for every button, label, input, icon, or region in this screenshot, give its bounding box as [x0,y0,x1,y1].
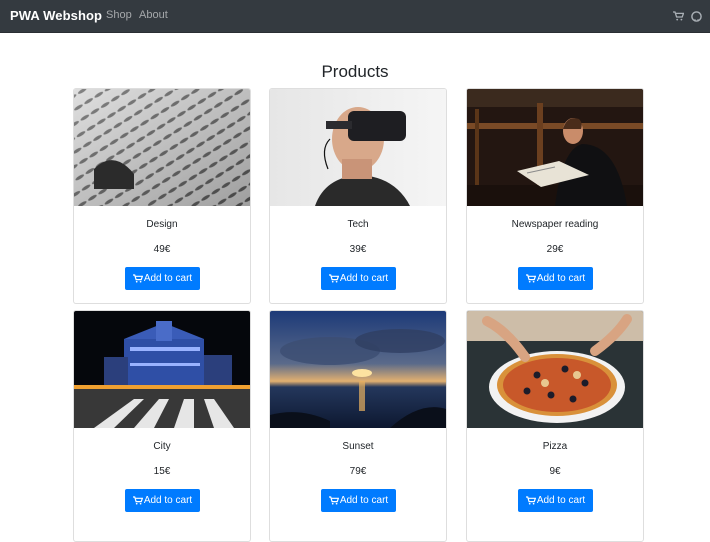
shopping-cart-icon[interactable] [671,9,685,23]
product-price: 79€ [349,466,367,477]
product-price: 9€ [549,466,561,477]
product-price: 49€ [153,244,171,255]
add-to-cart-label: Add to cart [339,273,389,284]
add-to-cart-label: Add to cart [536,495,586,506]
product-card-newspaper-reading: Newspaper reading 29€ Add to cart [466,88,644,304]
product-name: Tech [347,219,369,230]
page-title: Products [321,62,389,81]
product-image-sunset [270,311,446,428]
product-price: 15€ [153,466,171,477]
product-name: Sunset [342,441,374,452]
cart-icon [525,496,536,505]
product-image-tech [270,89,446,206]
github-icon[interactable] [689,9,703,23]
product-card-sunset: Sunset 79€ Add to cart [269,310,447,542]
product-card-pizza: Pizza 9€ Add to cart [466,310,644,542]
product-name: Design [146,219,178,230]
product-name: Pizza [542,441,568,452]
product-image-newspaper-reading [467,89,643,206]
add-to-cart-label: Add to cart [143,495,193,506]
add-to-cart-button[interactable]: Add to cart [518,489,593,512]
top-navbar: PWA Webshop Shop About [0,0,710,33]
cart-icon [132,496,143,505]
product-price: 29€ [546,244,564,255]
product-card-city: City 15€ Add to cart [73,310,251,542]
add-to-cart-button[interactable]: Add to cart [321,267,396,290]
product-image-city [74,311,250,428]
add-to-cart-label: Add to cart [339,495,389,506]
nav-link-about[interactable]: About [139,9,168,21]
product-card-design: Design 49€ Add to cart [73,88,251,304]
product-image-pizza [467,311,643,428]
product-image-design [74,89,250,206]
brand-link[interactable]: PWA Webshop [10,8,102,23]
add-to-cart-label: Add to cart [536,273,586,284]
add-to-cart-button[interactable]: Add to cart [125,489,200,512]
cart-icon [132,274,143,283]
add-to-cart-button[interactable]: Add to cart [518,267,593,290]
cart-icon [328,496,339,505]
product-name: City [153,441,171,452]
add-to-cart-label: Add to cart [143,273,193,284]
cart-icon [525,274,536,283]
add-to-cart-button[interactable]: Add to cart [321,489,396,512]
product-price: 39€ [349,244,367,255]
product-card-tech: Tech 39€ Add to cart [269,88,447,304]
add-to-cart-button[interactable]: Add to cart [125,267,200,290]
nav-link-shop[interactable]: Shop [106,9,132,21]
cart-icon [328,274,339,283]
product-name: Newspaper reading [511,219,599,230]
